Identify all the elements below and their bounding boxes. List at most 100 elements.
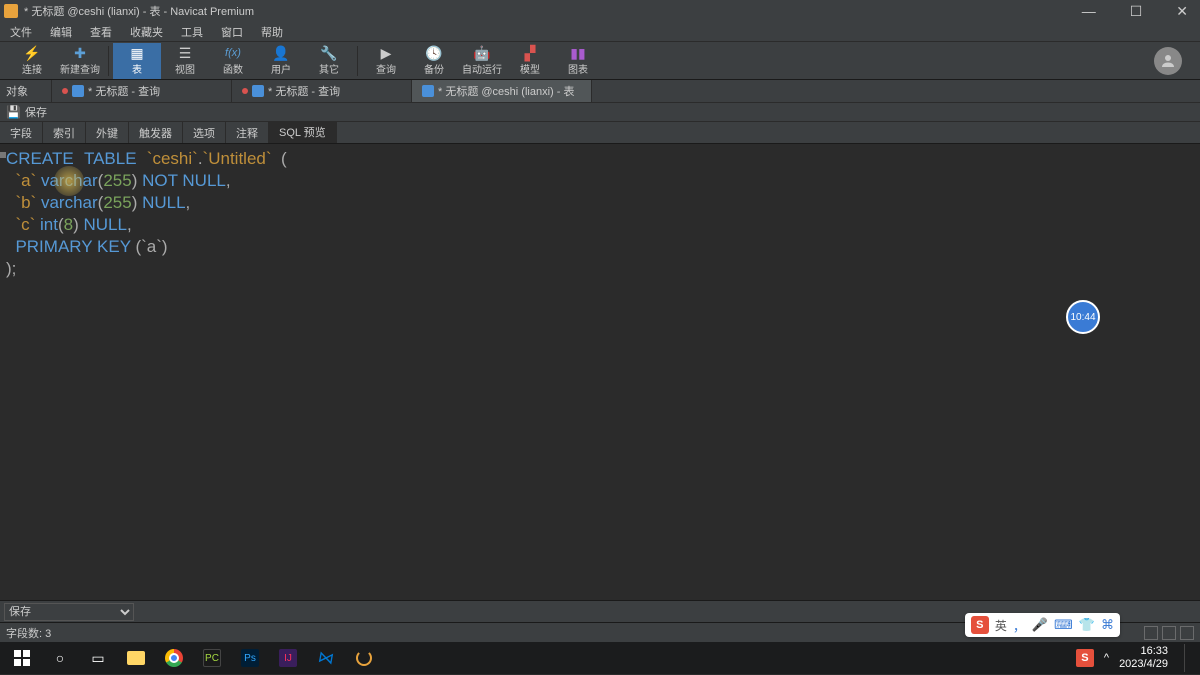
doc-tab-2[interactable]: * 无标题 - 查询 (232, 80, 412, 102)
sql-punc: ) (132, 171, 142, 190)
menu-view[interactable]: 查看 (90, 24, 112, 40)
backup-icon: 🕓 (425, 45, 443, 61)
menu-fav[interactable]: 收藏夹 (130, 24, 163, 40)
sql-editor[interactable]: CREATE TABLE `ceshi`.`Untitled` ( `a` va… (0, 144, 1200, 600)
sql-ident: `c` (6, 215, 40, 234)
navicat-icon (356, 650, 372, 666)
statusbar-icon-1[interactable] (1144, 626, 1158, 640)
gutter-marker-icon (0, 152, 6, 158)
ime-toolbar[interactable]: S 英 ， 🎤 ⌨ 👕 ⌘ (965, 613, 1120, 637)
sql-punc: ) (73, 215, 83, 234)
tb-function[interactable]: f(x)函数 (209, 43, 257, 79)
field-count: 字段数: 3 (6, 625, 51, 641)
tb-autorun-label: 自动运行 (462, 61, 502, 76)
tb-connect-label: 连接 (22, 61, 42, 76)
doc-tab-3-label: * 无标题 @ceshi (lianxi) - 表 (438, 83, 574, 99)
divider (357, 46, 358, 76)
intellij-button[interactable]: IJ (270, 644, 306, 672)
menu-file[interactable]: 文件 (10, 24, 32, 40)
query-tab-icon (252, 85, 264, 97)
ime-toolbox-icon[interactable]: ⌘ (1101, 617, 1114, 633)
tb-newquery[interactable]: ✚新建查询 (56, 43, 104, 79)
pycharm-button[interactable]: PC (194, 644, 230, 672)
ime-mic-icon[interactable]: 🎤 (1032, 617, 1048, 633)
statusbar-icon-2[interactable] (1162, 626, 1176, 640)
ime-lang[interactable]: 英 (995, 617, 1007, 634)
vscode-icon: ⋈ (316, 647, 335, 669)
action-select[interactable]: 保存 (4, 603, 134, 621)
table-icon: ▦ (128, 45, 146, 61)
sogou-logo-icon: S (971, 616, 989, 634)
tb-newquery-label: 新建查询 (60, 61, 100, 76)
menu-tools[interactable]: 工具 (181, 24, 203, 40)
tb-view[interactable]: ☰视图 (161, 43, 209, 79)
explorer-button[interactable] (118, 644, 154, 672)
view-icon: ☰ (176, 45, 194, 61)
statusbar-icon-3[interactable] (1180, 626, 1194, 640)
navicat-button[interactable] (346, 644, 382, 672)
titlebar: * 无标题 @ceshi (lianxi) - 表 - Navicat Prem… (0, 0, 1200, 22)
tb-model[interactable]: ▞模型 (506, 43, 554, 79)
close-button[interactable]: ✕ (1168, 3, 1196, 20)
sogou-tray-icon[interactable]: S (1076, 649, 1094, 667)
chrome-button[interactable] (156, 644, 192, 672)
window-title: * 无标题 @ceshi (lianxi) - 表 - Navicat Prem… (24, 3, 1074, 19)
start-button[interactable] (4, 644, 40, 672)
sql-type: varchar (41, 193, 98, 212)
clock[interactable]: 16:33 2023/4/29 (1119, 645, 1168, 671)
sql-num: 255 (103, 171, 131, 190)
subtab-foreignkeys[interactable]: 外键 (86, 122, 129, 143)
tb-chart[interactable]: ▮▮图表 (554, 43, 602, 79)
dirty-dot-icon (62, 88, 68, 94)
avatar[interactable] (1154, 47, 1182, 75)
minimize-button[interactable]: — (1074, 3, 1104, 20)
dirty-dot-icon (242, 88, 248, 94)
folder-icon (127, 651, 145, 665)
menu-help[interactable]: 帮助 (261, 24, 283, 40)
subtab-options[interactable]: 选项 (183, 122, 226, 143)
tb-autorun[interactable]: 🤖自动运行 (458, 43, 506, 79)
cortana-button[interactable]: ○ (42, 644, 78, 672)
sql-num: 255 (103, 193, 131, 212)
sql-punc: ( (272, 149, 287, 168)
subtab-triggers[interactable]: 触发器 (129, 122, 183, 143)
tb-table[interactable]: ▦表 (113, 43, 161, 79)
photoshop-button[interactable]: Ps (232, 644, 268, 672)
tray-chevron-up-icon[interactable]: ^ (1104, 652, 1109, 664)
ime-skin-icon[interactable]: 👕 (1079, 617, 1095, 633)
show-desktop-button[interactable] (1184, 644, 1190, 672)
tb-view-label: 视图 (175, 61, 195, 76)
doc-tab-3[interactable]: * 无标题 @ceshi (lianxi) - 表 (412, 80, 592, 102)
window-controls: — ☐ ✕ (1074, 3, 1196, 20)
fx-icon: f(x) (224, 45, 242, 61)
doc-tab-1[interactable]: * 无标题 - 查询 (52, 80, 232, 102)
tb-other[interactable]: 🔧其它 (305, 43, 353, 79)
sql-punc: , (226, 171, 231, 190)
side-label[interactable]: 对象 (0, 80, 52, 102)
recording-timer-badge: 10:44 (1066, 300, 1100, 334)
menu-window[interactable]: 窗口 (221, 24, 243, 40)
clock-date: 2023/4/29 (1119, 658, 1168, 671)
vscode-button[interactable]: ⋈ (308, 644, 344, 672)
tb-backup[interactable]: 🕓备份 (410, 43, 458, 79)
sql-kw: NULL (182, 171, 225, 190)
tb-connect[interactable]: ⚡连接 (8, 43, 56, 79)
ime-punct-icon[interactable]: ， (1013, 616, 1026, 635)
sql-punc: (`a`) (131, 237, 168, 256)
maximize-button[interactable]: ☐ (1122, 3, 1151, 20)
tb-query[interactable]: ▶查询 (362, 43, 410, 79)
subtab-comments[interactable]: 注释 (226, 122, 269, 143)
tb-table-label: 表 (132, 61, 142, 76)
sql-type: int (40, 215, 58, 234)
subtab-fields[interactable]: 字段 (0, 122, 43, 143)
photoshop-icon: Ps (241, 649, 259, 667)
subtab-sqlpreview[interactable]: SQL 预览 (269, 122, 337, 143)
menu-edit[interactable]: 编辑 (50, 24, 72, 40)
subtab-indexes[interactable]: 索引 (43, 122, 86, 143)
save-button[interactable]: 保存 (25, 104, 47, 120)
sql-ident: `ceshi` (147, 149, 198, 168)
taskview-button[interactable]: ▭ (80, 644, 116, 672)
tb-user[interactable]: 👤用户 (257, 43, 305, 79)
tb-other-label: 其它 (319, 61, 339, 76)
ime-keyboard-icon[interactable]: ⌨ (1054, 617, 1073, 633)
